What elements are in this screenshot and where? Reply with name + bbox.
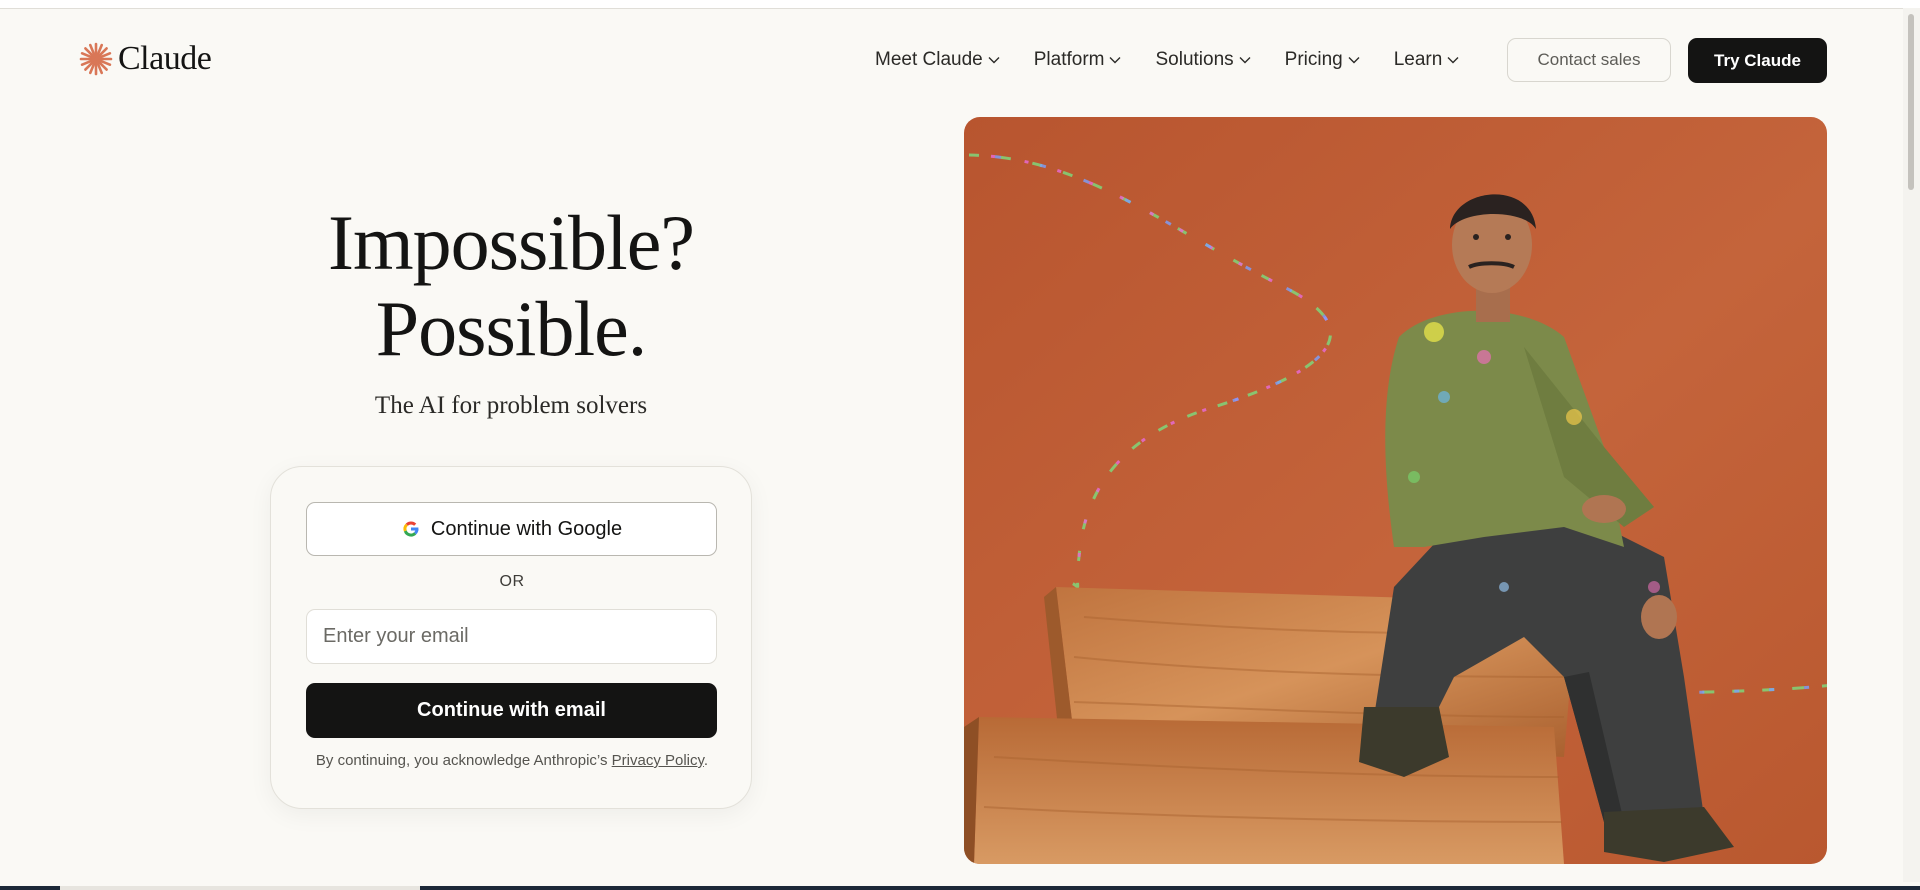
privacy-policy-link[interactable]: Privacy Policy: [612, 752, 704, 769]
chevron-down-icon: [1109, 57, 1121, 64]
brand-name: Claude: [118, 40, 212, 77]
or-divider: OR: [499, 573, 525, 590]
nav-platform[interactable]: Platform: [1034, 46, 1122, 74]
legal-prefix: By continuing, you acknowledge Anthropic…: [315, 752, 612, 769]
try-claude-button[interactable]: Try Claude: [1688, 38, 1827, 83]
chevron-down-icon: [1447, 57, 1459, 64]
browser-top-edge: [0, 0, 1920, 9]
signin-card: Continue with Google OR Continue with em…: [270, 466, 752, 809]
bottom-edge-strip: [0, 886, 1920, 890]
logo[interactable]: Claude: [79, 40, 212, 77]
nav-label: Meet Claude: [875, 49, 983, 70]
hero-illustration: [964, 117, 1827, 864]
page-scrollbar[interactable]: [1903, 8, 1920, 882]
legal-notice: By continuing, you acknowledge Anthropic…: [271, 752, 753, 769]
chevron-down-icon: [1239, 57, 1251, 64]
nav-label: Solutions: [1155, 49, 1234, 70]
email-input[interactable]: [306, 609, 717, 664]
hero-title-line1: Impossible?: [328, 199, 695, 286]
scrollbar-thumb[interactable]: [1908, 14, 1914, 190]
nav-learn[interactable]: Learn: [1394, 46, 1460, 74]
legal-suffix: .: [703, 752, 709, 769]
bottom-edge-highlight: [60, 886, 420, 890]
claude-spark-icon: [79, 42, 113, 76]
google-g-icon: [403, 521, 419, 537]
contact-sales-button[interactable]: Contact sales: [1507, 38, 1671, 82]
chevron-down-icon: [988, 57, 1000, 64]
hero-title: Impossible? Possible.: [211, 200, 811, 372]
continue-with-email-button[interactable]: Continue with email: [306, 683, 717, 738]
google-button-label: Continue with Google: [430, 517, 623, 540]
nav-label: Learn: [1393, 49, 1443, 70]
chevron-down-icon: [1348, 57, 1360, 64]
nav-solutions[interactable]: Solutions: [1155, 46, 1251, 74]
nav-label: Platform: [1033, 49, 1105, 70]
nav-pricing[interactable]: Pricing: [1285, 46, 1360, 74]
hero-image: [964, 117, 1827, 864]
nav-label: Pricing: [1284, 49, 1343, 70]
nav-meet-claude[interactable]: Meet Claude: [875, 46, 1000, 74]
hero-subtitle: The AI for problem solvers: [374, 392, 648, 419]
main-nav: Meet Claude Platform Solutions Pricing L…: [875, 46, 1493, 74]
hero-title-line2: Possible.: [375, 285, 648, 372]
continue-with-google-button[interactable]: Continue with Google: [306, 502, 717, 556]
